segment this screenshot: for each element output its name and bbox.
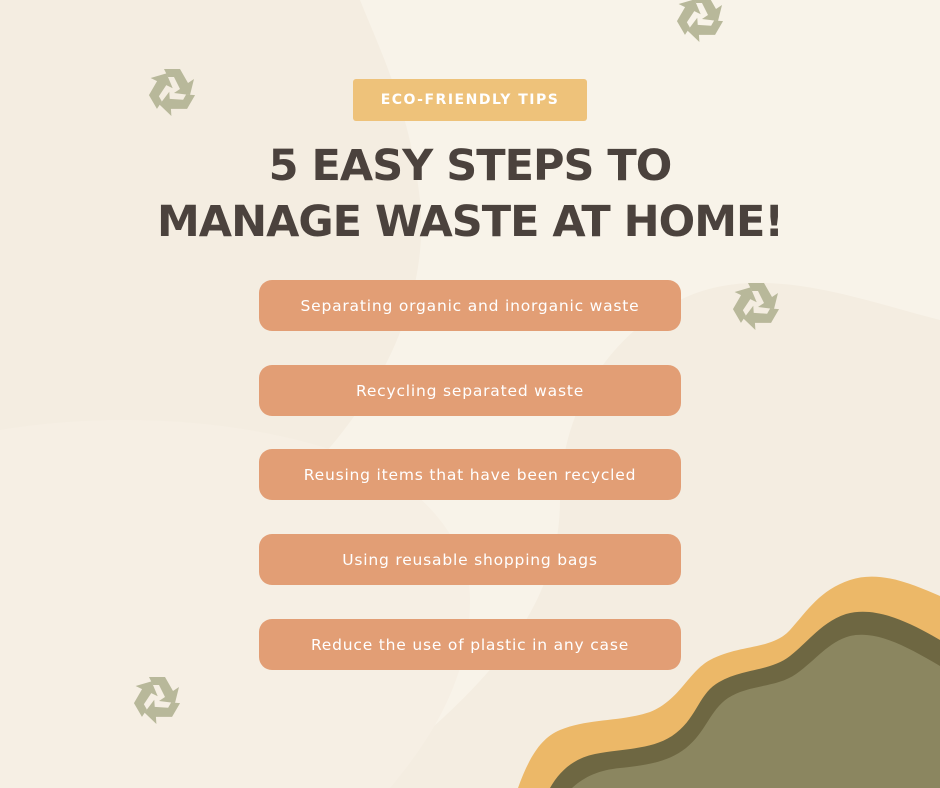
page-title-line-2: MANAGE WASTE AT HOME!	[157, 197, 784, 247]
step-label: Separating organic and inorganic waste	[300, 296, 640, 315]
step-label: Recycling separated waste	[355, 381, 585, 400]
recycle-icon	[148, 69, 196, 117]
step-label: Reusing items that have been recycled	[303, 465, 637, 484]
step-label: Using reusable shopping bags	[342, 550, 598, 569]
page-title-line-1: 5 EASY STEPS TO	[268, 141, 673, 191]
step-3-reusing: Reusing items that have been recycled	[259, 449, 681, 500]
badge-label: ECO-FRIENDLY TIPS	[380, 92, 560, 108]
step-label: Reduce the use of plastic in any case	[310, 635, 630, 654]
step-2-recycling: Recycling separated waste	[259, 365, 681, 416]
step-1-separating-waste: Separating organic and inorganic waste	[259, 280, 681, 331]
step-4-reusable-bags: Using reusable shopping bags	[259, 534, 681, 585]
eco-friendly-tips-badge: ECO-FRIENDLY TIPS	[353, 79, 587, 121]
recycle-icon	[732, 283, 780, 331]
recycle-icon	[133, 677, 181, 725]
recycle-icon	[676, 0, 724, 43]
step-5-reduce-plastic: Reduce the use of plastic in any case	[259, 619, 681, 670]
